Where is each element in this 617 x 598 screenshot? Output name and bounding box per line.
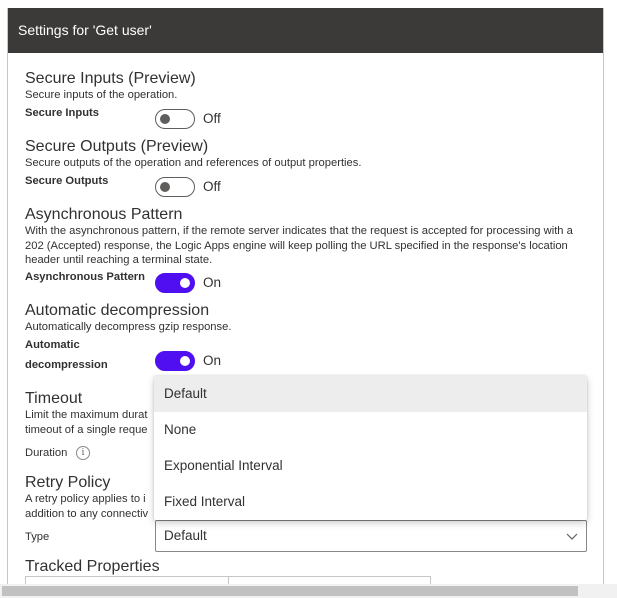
toggle-knob bbox=[180, 278, 190, 288]
option-fixed-interval[interactable]: Fixed Interval bbox=[154, 484, 587, 520]
chevron-down-icon bbox=[566, 533, 578, 540]
async-pattern-label: Asynchronous Pattern bbox=[25, 271, 145, 283]
retry-type-options-list: Default None Exponential Interval Fixed … bbox=[154, 376, 587, 520]
auto-decompression-toggle[interactable] bbox=[155, 351, 195, 371]
duration-label: Duration bbox=[25, 447, 68, 459]
secure-inputs-description: Secure inputs of the operation. bbox=[25, 89, 178, 101]
auto-decompression-state: On bbox=[203, 353, 222, 368]
settings-panel: Settings for 'Get user' Secure Inputs (P… bbox=[7, 8, 604, 584]
horizontal-scrollbar[interactable] bbox=[0, 584, 617, 598]
option-none[interactable]: None bbox=[154, 412, 587, 448]
toggle-knob bbox=[160, 114, 170, 124]
secure-outputs-state: Off bbox=[203, 179, 221, 194]
option-default[interactable]: Default bbox=[154, 376, 587, 412]
async-pattern-description: With the asynchronous pattern, if the re… bbox=[25, 225, 573, 266]
auto-decompression-title: Automatic decompression bbox=[25, 302, 210, 319]
secure-inputs-toggle[interactable] bbox=[155, 109, 195, 129]
toggle-knob bbox=[180, 356, 190, 366]
auto-decompression-description: Automatically decompress gzip response. bbox=[25, 321, 232, 333]
retry-policy-title: Retry Policy bbox=[25, 474, 111, 491]
secure-outputs-toggle[interactable] bbox=[155, 177, 195, 197]
retry-type-label: Type bbox=[25, 531, 50, 543]
retry-type-dropdown[interactable]: Default bbox=[155, 520, 587, 552]
secure-inputs-state: Off bbox=[203, 111, 221, 126]
async-pattern-toggle[interactable] bbox=[155, 273, 195, 293]
secure-outputs-title: Secure Outputs (Preview) bbox=[25, 138, 209, 155]
info-icon[interactable]: i bbox=[76, 446, 90, 460]
async-pattern-title: Asynchronous Pattern bbox=[25, 206, 183, 223]
auto-decompression-label-line1: Automatic bbox=[25, 339, 80, 351]
tracked-properties-table bbox=[25, 576, 431, 584]
secure-outputs-label: Secure Outputs bbox=[25, 175, 109, 187]
auto-decompression-label-line2: decompression bbox=[25, 359, 108, 371]
tracked-properties-title: Tracked Properties bbox=[25, 558, 160, 575]
table-column-divider bbox=[228, 577, 229, 584]
panel-title: Settings for 'Get user' bbox=[8, 8, 603, 53]
secure-inputs-title: Secure Inputs (Preview) bbox=[25, 70, 196, 87]
secure-outputs-description: Secure outputs of the operation and refe… bbox=[25, 157, 362, 169]
secure-inputs-label: Secure Inputs bbox=[25, 107, 99, 119]
retry-type-selected-value: Default bbox=[164, 528, 207, 543]
async-pattern-state: On bbox=[203, 275, 222, 290]
scrollbar-thumb[interactable] bbox=[2, 586, 578, 596]
timeout-title: Timeout bbox=[25, 390, 83, 407]
toggle-knob bbox=[160, 182, 170, 192]
option-exponential-interval[interactable]: Exponential Interval bbox=[154, 448, 587, 484]
